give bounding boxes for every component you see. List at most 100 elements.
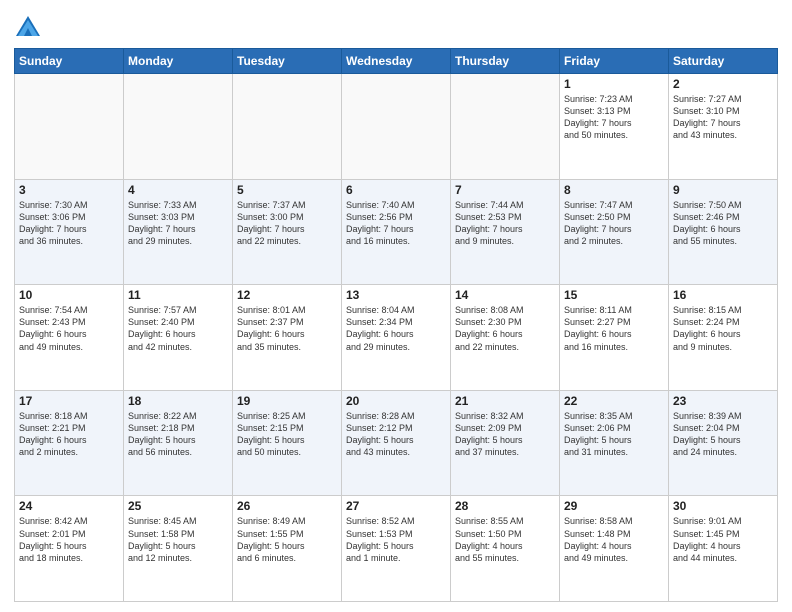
day-number: 29 <box>564 499 664 513</box>
calendar-header-saturday: Saturday <box>669 49 778 74</box>
calendar-day-cell: 22 Sunrise: 8:35 AM Sunset: 2:06 PM Dayli… <box>560 390 669 496</box>
day-info: Sunrise: 7:57 AM Sunset: 2:40 PM Dayligh… <box>128 304 228 353</box>
calendar-day-cell: 12Sunrise: 8:01 AM Sunset: 2:37 PM Dayli… <box>233 285 342 391</box>
calendar-day-cell: 20 Sunrise: 8:28 AM Sunset: 2:12 PM Dayli… <box>342 390 451 496</box>
calendar-day-cell: 17 Sunrise: 8:18 AM Sunset: 2:21 PM Dayli… <box>15 390 124 496</box>
calendar-day-cell: 26 Sunrise: 8:49 AM Sunset: 1:55 PM Dayli… <box>233 496 342 602</box>
day-info: Sunrise: 7:50 AM Sunset: 2:46 PM Dayligh… <box>673 199 773 248</box>
calendar-day-cell: 15 Sunrise: 8:11 AM Sunset: 2:27 PM Dayli… <box>560 285 669 391</box>
day-info: Sunrise: 8:11 AM Sunset: 2:27 PM Dayligh… <box>564 304 664 353</box>
day-info: Sunrise: 8:55 AM Sunset: 1:50 PM Dayligh… <box>455 515 555 564</box>
day-info: Sunrise: 7:47 AM Sunset: 2:50 PM Dayligh… <box>564 199 664 248</box>
calendar-day-cell <box>451 74 560 180</box>
day-number: 12 <box>237 288 337 302</box>
calendar-day-cell: 25 Sunrise: 8:45 AM Sunset: 1:58 PM Dayli… <box>124 496 233 602</box>
day-info: Sunrise: 7:30 AM Sunset: 3:06 PM Dayligh… <box>19 199 119 248</box>
calendar-header-wednesday: Wednesday <box>342 49 451 74</box>
day-number: 10 <box>19 288 119 302</box>
calendar-header-thursday: Thursday <box>451 49 560 74</box>
calendar-day-cell: 1 Sunrise: 7:23 AM Sunset: 3:13 PM Daylig… <box>560 74 669 180</box>
day-number: 20 <box>346 394 446 408</box>
day-number: 6 <box>346 183 446 197</box>
calendar-day-cell: 5 Sunrise: 7:37 AM Sunset: 3:00 PM Daylig… <box>233 179 342 285</box>
calendar-day-cell <box>233 74 342 180</box>
calendar-week-row: 17 Sunrise: 8:18 AM Sunset: 2:21 PM Dayli… <box>15 390 778 496</box>
day-info: Sunrise: 8:45 AM Sunset: 1:58 PM Dayligh… <box>128 515 228 564</box>
calendar-header-tuesday: Tuesday <box>233 49 342 74</box>
day-number: 5 <box>237 183 337 197</box>
calendar-day-cell: 4Sunrise: 7:33 AM Sunset: 3:03 PM Daylig… <box>124 179 233 285</box>
day-info: Sunrise: 8:32 AM Sunset: 2:09 PM Dayligh… <box>455 410 555 459</box>
calendar-day-cell: 13Sunrise: 8:04 AM Sunset: 2:34 PM Dayli… <box>342 285 451 391</box>
day-info: Sunrise: 8:22 AM Sunset: 2:18 PM Dayligh… <box>128 410 228 459</box>
day-info: Sunrise: 8:28 AM Sunset: 2:12 PM Dayligh… <box>346 410 446 459</box>
day-info: Sunrise: 8:04 AM Sunset: 2:34 PM Dayligh… <box>346 304 446 353</box>
calendar-header-row: SundayMondayTuesdayWednesdayThursdayFrid… <box>15 49 778 74</box>
calendar-day-cell: 14 Sunrise: 8:08 AM Sunset: 2:30 PM Dayli… <box>451 285 560 391</box>
day-number: 17 <box>19 394 119 408</box>
day-number: 3 <box>19 183 119 197</box>
day-number: 2 <box>673 77 773 91</box>
day-number: 8 <box>564 183 664 197</box>
day-number: 26 <box>237 499 337 513</box>
day-number: 24 <box>19 499 119 513</box>
day-info: Sunrise: 8:42 AM Sunset: 2:01 PM Dayligh… <box>19 515 119 564</box>
logo-icon <box>14 14 42 42</box>
calendar-day-cell: 7Sunrise: 7:44 AM Sunset: 2:53 PM Daylig… <box>451 179 560 285</box>
day-number: 9 <box>673 183 773 197</box>
calendar-week-row: 24 Sunrise: 8:42 AM Sunset: 2:01 PM Dayli… <box>15 496 778 602</box>
day-info: Sunrise: 8:15 AM Sunset: 2:24 PM Dayligh… <box>673 304 773 353</box>
day-info: Sunrise: 8:35 AM Sunset: 2:06 PM Dayligh… <box>564 410 664 459</box>
day-info: Sunrise: 8:58 AM Sunset: 1:48 PM Dayligh… <box>564 515 664 564</box>
day-number: 27 <box>346 499 446 513</box>
calendar-day-cell <box>124 74 233 180</box>
day-info: Sunrise: 7:40 AM Sunset: 2:56 PM Dayligh… <box>346 199 446 248</box>
page: SundayMondayTuesdayWednesdayThursdayFrid… <box>0 0 792 612</box>
calendar-table: SundayMondayTuesdayWednesdayThursdayFrid… <box>14 48 778 602</box>
day-info: Sunrise: 8:18 AM Sunset: 2:21 PM Dayligh… <box>19 410 119 459</box>
day-info: Sunrise: 8:49 AM Sunset: 1:55 PM Dayligh… <box>237 515 337 564</box>
calendar-day-cell: 3 Sunrise: 7:30 AM Sunset: 3:06 PM Daylig… <box>15 179 124 285</box>
day-number: 15 <box>564 288 664 302</box>
calendar-week-row: 1 Sunrise: 7:23 AM Sunset: 3:13 PM Daylig… <box>15 74 778 180</box>
calendar-day-cell: 10 Sunrise: 7:54 AM Sunset: 2:43 PM Dayli… <box>15 285 124 391</box>
calendar-day-cell <box>342 74 451 180</box>
calendar-day-cell: 28Sunrise: 8:55 AM Sunset: 1:50 PM Dayli… <box>451 496 560 602</box>
day-number: 16 <box>673 288 773 302</box>
calendar-day-cell: 18 Sunrise: 8:22 AM Sunset: 2:18 PM Dayli… <box>124 390 233 496</box>
calendar-day-cell: 19Sunrise: 8:25 AM Sunset: 2:15 PM Dayli… <box>233 390 342 496</box>
day-info: Sunrise: 7:54 AM Sunset: 2:43 PM Dayligh… <box>19 304 119 353</box>
calendar-day-cell: 30 Sunrise: 9:01 AM Sunset: 1:45 PM Dayli… <box>669 496 778 602</box>
calendar-day-cell: 27Sunrise: 8:52 AM Sunset: 1:53 PM Dayli… <box>342 496 451 602</box>
calendar-header-sunday: Sunday <box>15 49 124 74</box>
day-info: Sunrise: 7:37 AM Sunset: 3:00 PM Dayligh… <box>237 199 337 248</box>
calendar-day-cell <box>15 74 124 180</box>
calendar-week-row: 10 Sunrise: 7:54 AM Sunset: 2:43 PM Dayli… <box>15 285 778 391</box>
calendar-header-monday: Monday <box>124 49 233 74</box>
day-info: Sunrise: 7:27 AM Sunset: 3:10 PM Dayligh… <box>673 93 773 142</box>
calendar-day-cell: 16 Sunrise: 8:15 AM Sunset: 2:24 PM Dayli… <box>669 285 778 391</box>
calendar-day-cell: 9 Sunrise: 7:50 AM Sunset: 2:46 PM Daylig… <box>669 179 778 285</box>
calendar-day-cell: 24 Sunrise: 8:42 AM Sunset: 2:01 PM Dayli… <box>15 496 124 602</box>
day-info: Sunrise: 8:08 AM Sunset: 2:30 PM Dayligh… <box>455 304 555 353</box>
day-number: 14 <box>455 288 555 302</box>
day-info: Sunrise: 9:01 AM Sunset: 1:45 PM Dayligh… <box>673 515 773 564</box>
day-number: 22 <box>564 394 664 408</box>
calendar-header-friday: Friday <box>560 49 669 74</box>
day-info: Sunrise: 7:23 AM Sunset: 3:13 PM Dayligh… <box>564 93 664 142</box>
day-info: Sunrise: 7:44 AM Sunset: 2:53 PM Dayligh… <box>455 199 555 248</box>
calendar-day-cell: 23 Sunrise: 8:39 AM Sunset: 2:04 PM Dayli… <box>669 390 778 496</box>
day-number: 4 <box>128 183 228 197</box>
day-info: Sunrise: 8:39 AM Sunset: 2:04 PM Dayligh… <box>673 410 773 459</box>
day-number: 1 <box>564 77 664 91</box>
day-number: 23 <box>673 394 773 408</box>
day-number: 30 <box>673 499 773 513</box>
day-number: 25 <box>128 499 228 513</box>
day-info: Sunrise: 8:25 AM Sunset: 2:15 PM Dayligh… <box>237 410 337 459</box>
calendar-day-cell: 11 Sunrise: 7:57 AM Sunset: 2:40 PM Dayli… <box>124 285 233 391</box>
calendar-day-cell: 29 Sunrise: 8:58 AM Sunset: 1:48 PM Dayli… <box>560 496 669 602</box>
day-number: 11 <box>128 288 228 302</box>
calendar-day-cell: 6 Sunrise: 7:40 AM Sunset: 2:56 PM Daylig… <box>342 179 451 285</box>
day-number: 21 <box>455 394 555 408</box>
day-number: 18 <box>128 394 228 408</box>
